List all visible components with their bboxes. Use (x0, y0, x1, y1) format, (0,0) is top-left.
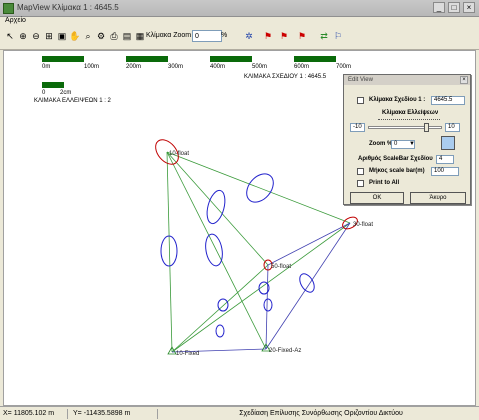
error-ellipse (205, 233, 223, 267)
error-ellipse (215, 324, 225, 338)
zoom-extents-icon[interactable]: ▣ (56, 30, 68, 42)
settings-icon[interactable]: ⚙ (95, 30, 107, 42)
ellipse-scale-label: ΚΛΙΜΑΚΑ ΕΛΛΕΙΨΕΩΝ 1 : 2 (34, 98, 112, 104)
title-bar: MapView Κλίμακα 1 : 4645.5 _ □ × (0, 0, 479, 17)
zoom-label: Κλίμακα Zoom (146, 32, 192, 39)
scale-tick-label: 400m (210, 64, 225, 70)
station-label: 10-Fixed (176, 351, 199, 357)
scale-bar-segment (42, 56, 84, 62)
chevron-down-icon[interactable]: ▼ (409, 141, 415, 147)
edit-view-dialog: Edit View × Κλίμακα Σχεδίου 1 : 4645.5 Κ… (343, 74, 471, 205)
flag-icon[interactable]: ⚑ (296, 30, 308, 42)
slider-thumb[interactable] (424, 123, 429, 132)
scale-tick-label: 500m (252, 64, 267, 70)
print-all-label: Print to All (369, 180, 400, 186)
cursor-icon[interactable]: ↖ (4, 30, 16, 42)
zoom-window-icon[interactable]: ⊞ (43, 30, 55, 42)
station-label: 20-Fixed-Az (269, 348, 301, 354)
print-icon[interactable]: ⎙ (108, 30, 120, 42)
scale-bar-segment (210, 56, 252, 62)
pan-icon[interactable]: ✋ (69, 30, 81, 42)
toolbar: ↖ ⊕ ⊖ ⊞ ▣ ✋ ⌕ ⚙ ⎙ ▤ ▦ Κλίμακα Zoom % ✲ ⚑… (0, 27, 479, 50)
scale-tick-label: 700m (336, 64, 351, 70)
print-all-checkbox[interactable] (357, 180, 364, 187)
ellipse-scale-tick: 0 (42, 90, 46, 96)
error-icon[interactable]: ⚑ (278, 30, 290, 42)
refresh-button[interactable] (441, 136, 455, 150)
drawing-scale-label: Κλίμακα Σχεδίου 1 : (369, 97, 426, 103)
drawing-scale-input[interactable]: 4645.5 (431, 96, 465, 105)
status-description: Σχεδίαση Επίλυσης Συνόρθωσης Οριζοντίου … (239, 410, 403, 417)
scale-tick-label: 200m (126, 64, 141, 70)
zoom-out-icon[interactable]: ⊖ (30, 30, 42, 42)
network-lines-green (166, 151, 351, 353)
ellipse-scale-bar: 0 2cm ΚΛΙΜΑΚΑ ΕΛΛΕΙΨΕΩΝ 1 : 2 (34, 82, 112, 104)
error-ellipses (160, 173, 315, 338)
error-ellipse (263, 298, 273, 312)
scalebar-length-checkbox[interactable] (357, 168, 364, 175)
scalebar-length-label: Μήκος scale bar(m) (369, 168, 425, 174)
ellipse-scale-segment (42, 82, 64, 88)
search-icon[interactable]: ⌕ (82, 30, 94, 42)
save-icon[interactable]: ▤ (121, 30, 133, 42)
error-ellipse (299, 273, 315, 293)
scale-tick-label: 100m (84, 64, 99, 70)
options-icon[interactable]: ⚐ (332, 30, 344, 42)
station-label: 10-float (169, 151, 189, 157)
dialog-close-button[interactable]: × (460, 76, 468, 84)
network-icon[interactable]: ⇄ (318, 30, 330, 42)
zoom-unit: % (221, 32, 228, 39)
menu-file[interactable]: Αρχείο (5, 17, 26, 24)
scale-bar-segment (126, 56, 168, 62)
scale-tick-label: 600m (294, 64, 309, 70)
drawing-scale-bar: 0m 100m 200m 300m 400m 500m 600m 700m ΚΛ… (42, 56, 351, 80)
cursor-y: Y= -11435.5898 m (70, 409, 158, 419)
ellipse-scale-slider[interactable] (368, 123, 442, 132)
station-label: 30-float (353, 222, 373, 228)
slider-max-field[interactable]: 10 (445, 123, 460, 132)
drawing-scale-label: ΚΛΙΜΑΚΑ ΣΧΕΔΙΟΥ 1 : 4645.5 (244, 74, 327, 80)
status-bar: X= 11805.102 m Y= -11435.5898 m Σχεδίαση… (0, 406, 479, 420)
scalebar-count-input[interactable]: 4 (436, 155, 454, 164)
station-label: 50-float (271, 264, 291, 270)
slider-min-field[interactable]: -10 (350, 123, 365, 132)
points-icon[interactable]: ✲ (243, 30, 255, 42)
slider-ticks (378, 119, 440, 125)
scalebar-length-input[interactable]: 100 (431, 167, 459, 176)
zoom-in-icon[interactable]: ⊕ (17, 30, 29, 42)
scale-tick-label: 0m (42, 64, 50, 70)
error-ellipse (217, 298, 229, 312)
window-title: MapView Κλίμακα 1 : 4645.5 (17, 3, 119, 12)
maximize-button[interactable]: □ (448, 2, 460, 13)
export-icon[interactable]: ▦ (134, 30, 146, 42)
dialog-title: Edit View (344, 75, 470, 85)
ellipse-scale-tick: 2cm (60, 90, 71, 96)
scale-bar-segment (294, 56, 336, 62)
ellipse-scale-label: Κλίμακα Ελλείψεων (382, 110, 439, 116)
scalebar-count-label: Αριθμός ScaleBar Σχεδίου (358, 156, 433, 162)
scale-tick-label: 300m (168, 64, 183, 70)
zoom-input[interactable] (192, 30, 222, 42)
app-icon (3, 3, 14, 14)
ok-button[interactable]: OK (350, 192, 404, 204)
cancel-button[interactable]: Άκυρο (410, 192, 466, 204)
cursor-x: X= 11805.102 m (0, 409, 68, 419)
menu-bar: Αρχείο (0, 17, 479, 27)
ellipse-icon[interactable]: ⚑ (262, 30, 274, 42)
close-button[interactable]: × (463, 2, 475, 13)
zoom-label: Zoom % (369, 141, 393, 147)
drawing-scale-checkbox[interactable] (357, 97, 364, 104)
minimize-button[interactable]: _ (433, 2, 445, 13)
